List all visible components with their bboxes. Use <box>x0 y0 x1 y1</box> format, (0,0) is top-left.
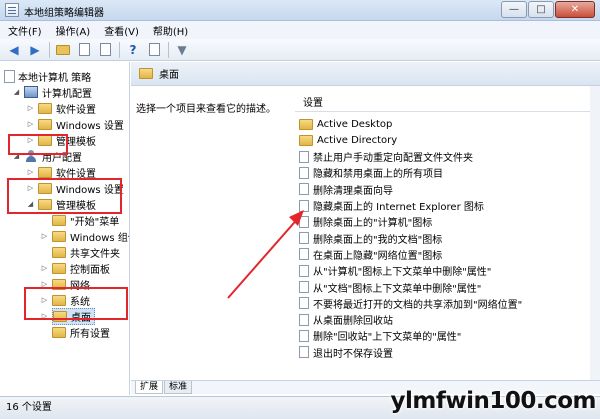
annotation-arrow-head <box>289 210 304 226</box>
annotation-arrow <box>227 210 304 299</box>
annotation-arrow-shaft <box>227 215 301 299</box>
watermark: ylmfwin100.com <box>390 388 596 414</box>
